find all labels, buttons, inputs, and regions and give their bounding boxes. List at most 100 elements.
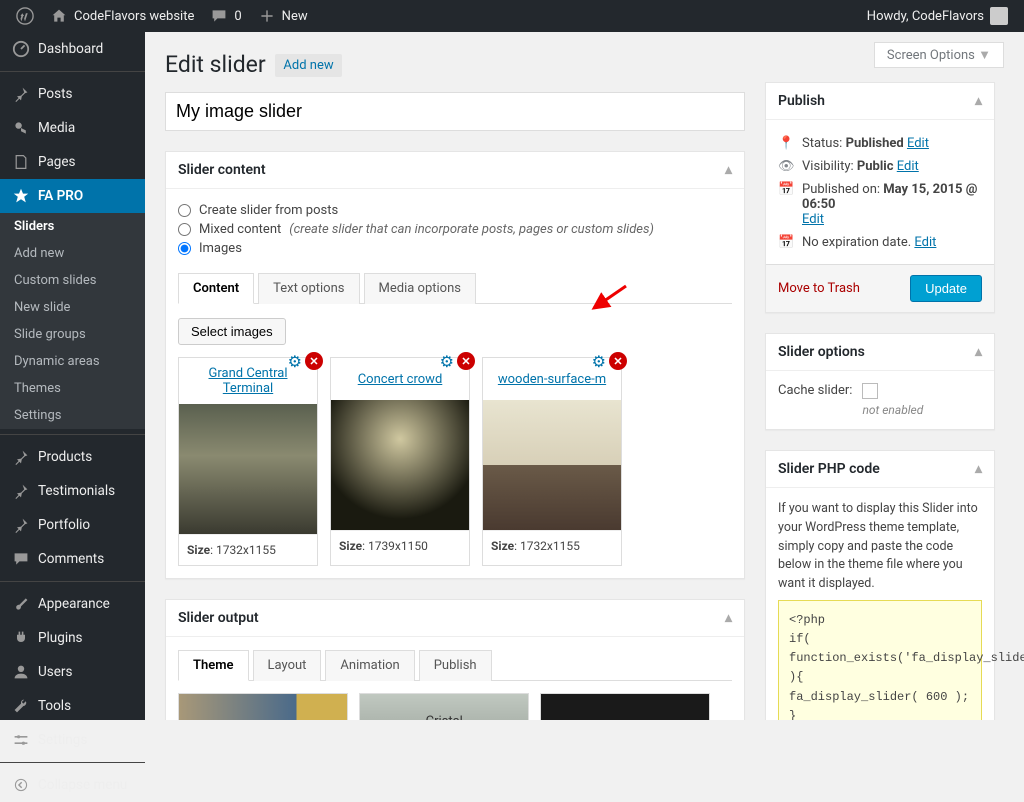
delete-icon[interactable]: ✕ bbox=[609, 352, 627, 370]
edit-status-link[interactable]: Edit bbox=[907, 136, 929, 151]
toggle-icon[interactable]: ▴ bbox=[725, 610, 732, 626]
menu-plugins[interactable]: Plugins bbox=[0, 621, 145, 655]
menu-users[interactable]: Users bbox=[0, 655, 145, 689]
comment-icon bbox=[12, 550, 30, 568]
gear-icon[interactable]: ⚙ bbox=[288, 352, 302, 371]
avatar bbox=[990, 7, 1008, 25]
eye-icon: 👁 bbox=[778, 159, 794, 174]
pin-icon bbox=[12, 85, 30, 103]
tab-animation[interactable]: Animation bbox=[325, 650, 414, 681]
menu-posts[interactable]: Posts bbox=[0, 77, 145, 111]
menu-products[interactable]: Products bbox=[0, 440, 145, 474]
edit-visibility-link[interactable]: Edit bbox=[897, 159, 919, 174]
radio-posts[interactable]: Create slider from posts bbox=[178, 201, 732, 220]
add-new-button[interactable]: Add new bbox=[275, 54, 341, 77]
toggle-icon[interactable]: ▴ bbox=[725, 162, 732, 178]
key-icon: 📍 bbox=[778, 136, 794, 151]
theme-thumbnail[interactable] bbox=[178, 693, 348, 720]
submenu-dynamic[interactable]: Dynamic areas bbox=[0, 348, 145, 375]
menu-media[interactable]: Media bbox=[0, 111, 145, 145]
submenu-settings[interactable]: Settings bbox=[0, 402, 145, 429]
users-icon bbox=[12, 663, 30, 681]
tab-layout[interactable]: Layout bbox=[253, 650, 322, 681]
toggle-icon[interactable]: ▴ bbox=[975, 344, 982, 360]
delete-icon[interactable]: ✕ bbox=[305, 352, 323, 370]
gear-icon[interactable]: ⚙ bbox=[440, 352, 454, 371]
menu-settings[interactable]: Settings bbox=[0, 723, 145, 757]
toggle-icon[interactable]: ▴ bbox=[975, 461, 982, 477]
menu-pages[interactable]: Pages bbox=[0, 145, 145, 179]
slide-size: Size: 1732x1155 bbox=[483, 530, 621, 561]
menu-tools[interactable]: Tools bbox=[0, 689, 145, 723]
dashboard-icon bbox=[12, 40, 30, 58]
cache-checkbox[interactable] bbox=[862, 383, 878, 399]
menu-comments[interactable]: Comments bbox=[0, 542, 145, 576]
submenu-custom[interactable]: Custom slides bbox=[0, 267, 145, 294]
wrench-icon bbox=[12, 697, 30, 715]
menu-dashboard[interactable]: Dashboard bbox=[0, 32, 145, 66]
php-code-block[interactable]: <?phpif( function_exists('fa_display_sli… bbox=[778, 600, 982, 720]
tab-theme[interactable]: Theme bbox=[178, 650, 249, 681]
new-link[interactable]: New bbox=[250, 7, 316, 25]
submenu-themes[interactable]: Themes bbox=[0, 375, 145, 402]
home-icon bbox=[50, 7, 68, 25]
comments-link[interactable]: 0 bbox=[202, 7, 249, 25]
star-icon bbox=[12, 187, 30, 205]
brush-icon bbox=[12, 595, 30, 613]
collapse-menu[interactable]: Collapse menu bbox=[0, 768, 145, 802]
select-images-button[interactable]: Select images bbox=[178, 318, 286, 345]
site-name: CodeFlavors website bbox=[74, 9, 194, 24]
slide-card[interactable]: ⚙✕ wooden-surface-m Size: 1732x1155 bbox=[482, 357, 622, 566]
slide-thumbnail bbox=[331, 400, 469, 530]
gear-icon[interactable]: ⚙ bbox=[592, 352, 606, 371]
submenu-sliders[interactable]: Sliders bbox=[0, 213, 145, 240]
calendar-icon: 📅 bbox=[778, 235, 794, 250]
slider-options-header: Slider options▴ bbox=[766, 334, 994, 371]
submenu-newslide[interactable]: New slide bbox=[0, 294, 145, 321]
slide-title-link[interactable]: Concert crowd bbox=[358, 372, 443, 387]
menu-fa-pro[interactable]: FA PRO bbox=[0, 179, 145, 213]
slide-thumbnail bbox=[179, 404, 317, 534]
submenu-addnew[interactable]: Add new bbox=[0, 240, 145, 267]
update-button[interactable]: Update bbox=[910, 275, 982, 302]
submenu-groups[interactable]: Slide groups bbox=[0, 321, 145, 348]
slide-title-link[interactable]: wooden-surface-m bbox=[498, 372, 606, 387]
cache-note: not enabled bbox=[862, 403, 923, 417]
menu-portfolio[interactable]: Portfolio bbox=[0, 508, 145, 542]
radio-mixed[interactable]: Mixed content (create slider that can in… bbox=[178, 220, 732, 239]
wp-logo[interactable] bbox=[8, 7, 42, 25]
pin-icon bbox=[12, 448, 30, 466]
delete-icon[interactable]: ✕ bbox=[457, 352, 475, 370]
pin-icon bbox=[12, 516, 30, 534]
menu-testimonials[interactable]: Testimonials bbox=[0, 474, 145, 508]
collapse-icon bbox=[12, 776, 30, 794]
sliders-icon bbox=[12, 731, 30, 749]
theme-thumbnail[interactable] bbox=[540, 693, 710, 720]
wordpress-icon bbox=[16, 7, 34, 25]
radio-images[interactable]: Images bbox=[178, 239, 732, 258]
media-icon bbox=[12, 119, 30, 137]
slide-size: Size: 1739x1150 bbox=[331, 530, 469, 561]
menu-appearance[interactable]: Appearance bbox=[0, 587, 145, 621]
edit-expiration-link[interactable]: Edit bbox=[914, 235, 936, 250]
tab-text-options[interactable]: Text options bbox=[258, 273, 359, 304]
plug-icon bbox=[12, 629, 30, 647]
comment-icon bbox=[210, 7, 228, 25]
php-code-header: Slider PHP code▴ bbox=[766, 451, 994, 488]
toggle-icon[interactable]: ▴ bbox=[975, 93, 982, 109]
plus-icon bbox=[258, 7, 276, 25]
slider-title-input[interactable] bbox=[165, 92, 745, 131]
site-link[interactable]: CodeFlavors website bbox=[42, 7, 202, 25]
pin-icon bbox=[12, 482, 30, 500]
tab-media-options[interactable]: Media options bbox=[364, 273, 476, 304]
tab-publish[interactable]: Publish bbox=[419, 650, 492, 681]
slide-card[interactable]: ⚙✕ Concert crowd Size: 1739x1150 bbox=[330, 357, 470, 566]
slide-card[interactable]: ⚙✕ Grand Central Terminal Size: 1732x115… bbox=[178, 357, 318, 566]
tab-content[interactable]: Content bbox=[178, 273, 254, 304]
edit-date-link[interactable]: Edit bbox=[802, 212, 824, 227]
calendar-icon: 📅 bbox=[778, 182, 794, 197]
screen-options-button[interactable]: Screen Options ▼ bbox=[874, 42, 1004, 68]
move-to-trash-link[interactable]: Move to Trash bbox=[778, 281, 860, 296]
howdy-link[interactable]: Howdy, CodeFlavors bbox=[859, 7, 1016, 25]
theme-thumbnail[interactable]: CristalFull background image slider bbox=[359, 693, 529, 720]
